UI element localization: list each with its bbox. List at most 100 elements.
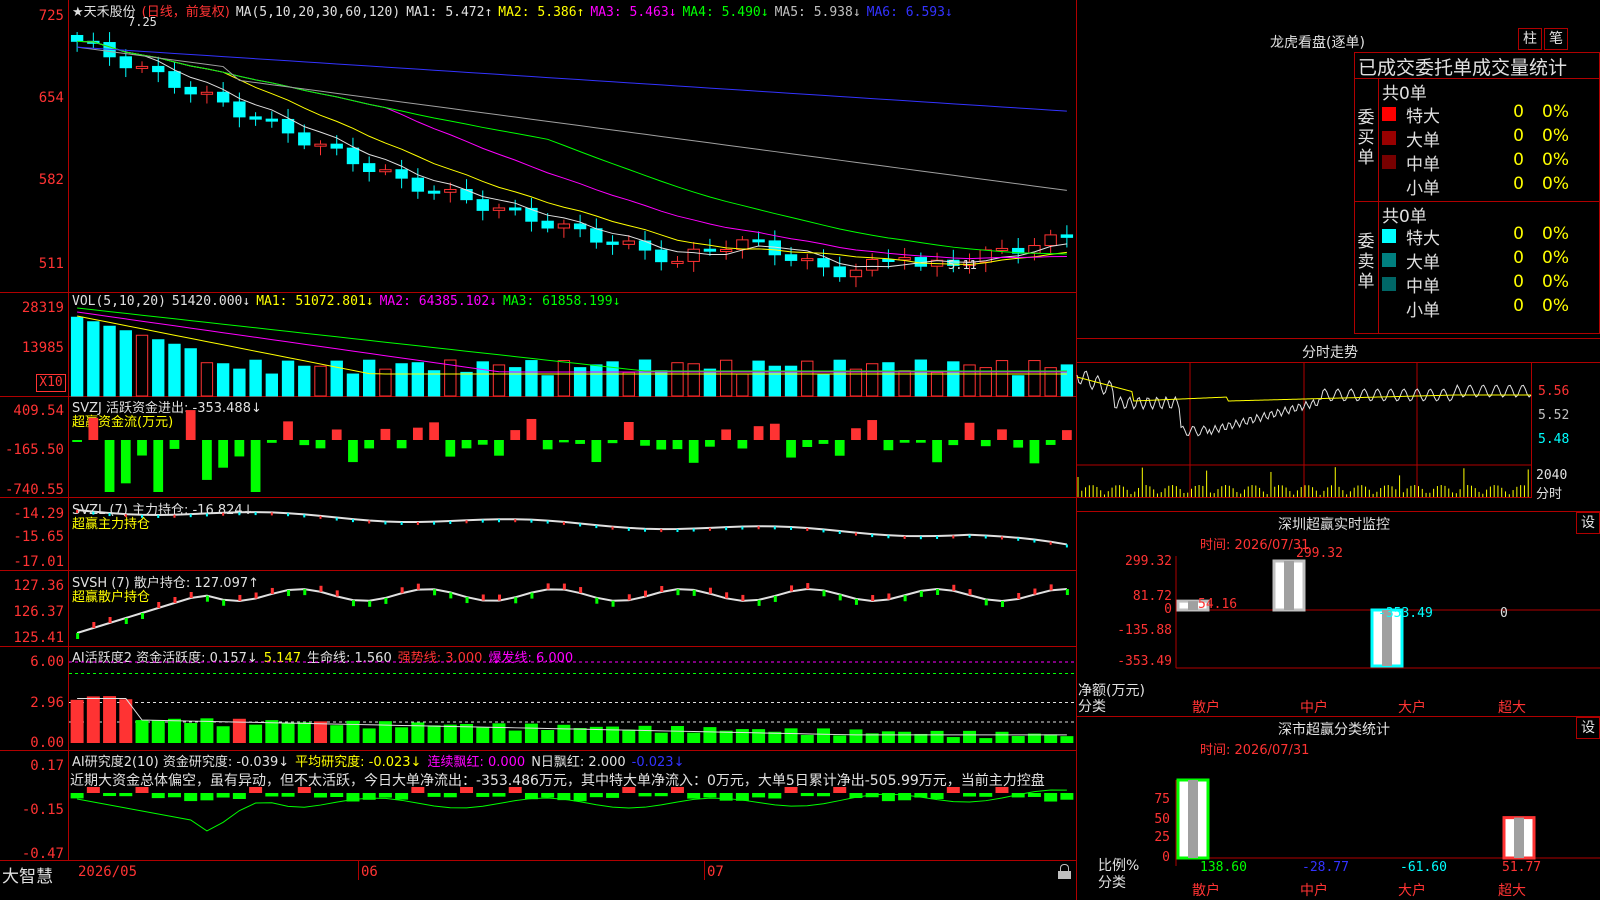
classify-axis-label: 50 bbox=[1154, 812, 1170, 827]
classify-category[interactable]: 中户 bbox=[1300, 880, 1328, 900]
research-bar bbox=[622, 787, 636, 793]
high-price-label: 7.25 bbox=[128, 15, 157, 29]
intraday-axis-label: 5.56 bbox=[1538, 384, 1570, 399]
candle bbox=[898, 257, 911, 261]
retail-tick bbox=[238, 594, 242, 601]
position-tick bbox=[189, 514, 192, 518]
research-bar bbox=[232, 793, 246, 799]
monitor-title: 深圳超赢实时监控 bbox=[1278, 517, 1390, 533]
candle bbox=[541, 220, 554, 229]
retail-tick bbox=[141, 613, 145, 619]
retail-tick bbox=[465, 597, 469, 604]
retail-tick bbox=[319, 585, 323, 592]
bar-mode-button[interactable]: 柱 bbox=[1518, 28, 1542, 50]
position-tick bbox=[952, 535, 955, 539]
candle bbox=[622, 240, 635, 245]
retail-tick bbox=[936, 589, 940, 596]
activity-bar bbox=[492, 723, 506, 743]
retail-tick bbox=[270, 587, 274, 594]
realtime-monitor-chart[interactable] bbox=[1175, 556, 1600, 712]
retail-tick bbox=[660, 585, 664, 592]
main-position-chart[interactable] bbox=[69, 498, 1075, 570]
position-tick bbox=[725, 527, 728, 531]
position-tick bbox=[903, 535, 906, 539]
volume-bar bbox=[346, 373, 360, 397]
volume-bar bbox=[135, 334, 149, 397]
retail-tick bbox=[741, 594, 745, 601]
sell-label: 特大 bbox=[1406, 229, 1440, 249]
volume-bar bbox=[395, 363, 408, 397]
activity-bar bbox=[817, 728, 830, 743]
classify-settings-button[interactable]: 设 bbox=[1576, 717, 1600, 739]
classify-category[interactable]: 散户 bbox=[1192, 880, 1220, 900]
research-bar bbox=[103, 793, 117, 797]
position-tick bbox=[1049, 541, 1052, 545]
fund-flow-bar bbox=[948, 440, 959, 446]
candle bbox=[833, 266, 846, 278]
activity-bar bbox=[314, 721, 327, 743]
retail-tick bbox=[368, 600, 372, 607]
classify-category[interactable]: 大户 bbox=[1398, 880, 1426, 900]
monitor-category[interactable]: 超大 bbox=[1498, 697, 1526, 717]
research-bar bbox=[589, 793, 603, 798]
volume-bar bbox=[882, 362, 895, 397]
volume-unit-badge[interactable]: X10 bbox=[36, 374, 66, 392]
divider bbox=[0, 292, 1076, 293]
tick-mode-button[interactable]: 笔 bbox=[1544, 28, 1568, 50]
fund-flow-bar bbox=[607, 440, 618, 444]
candlestick-chart[interactable] bbox=[69, 18, 1075, 292]
candle bbox=[184, 86, 197, 95]
retail-tick bbox=[562, 583, 566, 590]
classify-category[interactable]: 超大 bbox=[1498, 880, 1526, 900]
monitor-category[interactable]: 大户 bbox=[1398, 697, 1426, 717]
candle bbox=[752, 239, 765, 243]
candle bbox=[281, 118, 295, 134]
candle bbox=[687, 248, 700, 262]
retail-tick bbox=[757, 599, 761, 606]
app-logo[interactable]: 大智慧 bbox=[2, 862, 53, 887]
research-bar bbox=[86, 787, 100, 793]
position-tick bbox=[887, 535, 890, 539]
candle bbox=[460, 188, 473, 201]
research-bar bbox=[184, 793, 198, 802]
divider bbox=[0, 860, 1076, 861]
ai-research-chart[interactable] bbox=[69, 751, 1075, 860]
fund-flow-bar bbox=[575, 440, 585, 444]
position-tick bbox=[384, 521, 387, 525]
fund-flow-bar bbox=[672, 440, 683, 450]
volume-chart[interactable] bbox=[69, 306, 1075, 397]
longhu-header: 已成交委托单成交量统计 bbox=[1358, 57, 1568, 79]
activity-bar bbox=[1011, 736, 1025, 743]
buy-label: 大单 bbox=[1406, 131, 1440, 151]
research-bar bbox=[654, 793, 668, 797]
candle bbox=[346, 147, 360, 165]
classify-bar-shade bbox=[1188, 780, 1198, 858]
activity-bar bbox=[979, 738, 993, 743]
monitor-settings-button[interactable]: 设 bbox=[1576, 512, 1600, 534]
activity-bar bbox=[930, 730, 944, 743]
position-tick bbox=[497, 519, 500, 523]
position-tick bbox=[141, 514, 144, 518]
activity-bar bbox=[1044, 734, 1058, 743]
monitor-category[interactable]: 散户 bbox=[1192, 697, 1220, 717]
retail-tick bbox=[514, 597, 518, 604]
fund-flow-bar bbox=[315, 440, 326, 449]
ai-active-axis-label: 2.96 bbox=[30, 695, 64, 711]
ai-activity-chart[interactable] bbox=[69, 647, 1075, 750]
retail-tick bbox=[157, 602, 161, 608]
retail-position-chart[interactable] bbox=[69, 571, 1075, 646]
monitor-category[interactable]: 中户 bbox=[1300, 697, 1328, 717]
intraday-axis-label: 5.52 bbox=[1538, 408, 1570, 423]
fund-flow-bar bbox=[348, 440, 358, 463]
candle bbox=[70, 34, 84, 42]
lock-icon-body bbox=[1058, 871, 1071, 879]
intraday-chart[interactable] bbox=[1076, 363, 1532, 497]
research-bar bbox=[768, 793, 782, 799]
fund-flow-bar bbox=[510, 430, 521, 440]
volume-bar bbox=[119, 330, 132, 397]
fund-flow-chart[interactable] bbox=[69, 398, 1075, 497]
volume-bar bbox=[590, 364, 603, 397]
activity-bar bbox=[946, 737, 960, 743]
position-tick bbox=[254, 512, 257, 516]
research-bar bbox=[314, 793, 327, 798]
